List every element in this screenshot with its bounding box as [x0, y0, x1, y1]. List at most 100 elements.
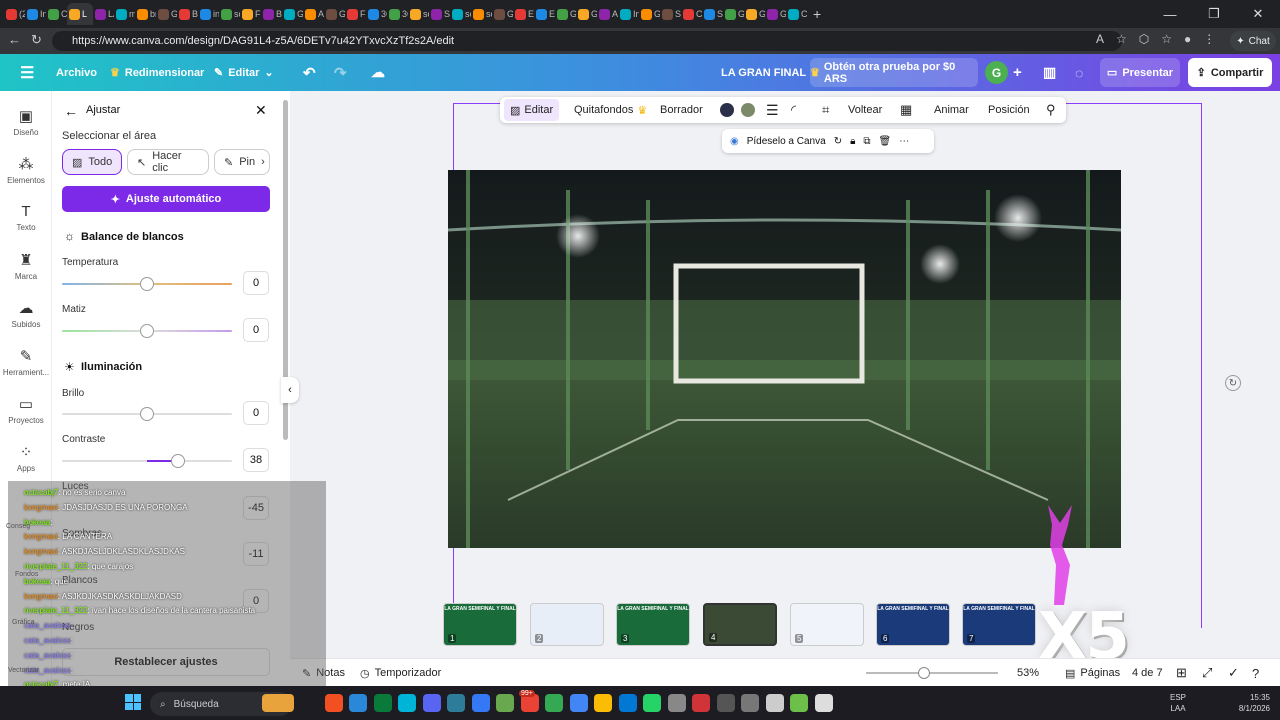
page-thumbnail-6[interactable]: LA GRAN SEMIFINAL Y FINAL 6	[876, 603, 950, 646]
auto-adjust-button[interactable]: ✦ Ajuste automático	[62, 186, 270, 212]
bookmark-icon[interactable]: ☆	[1161, 32, 1172, 46]
browser-tab[interactable]: C	[786, 3, 807, 25]
trash-icon[interactable]: 🗑︎	[879, 136, 892, 147]
browser-tab[interactable]: Fl	[240, 3, 261, 25]
app-icon[interactable]	[692, 694, 710, 712]
page-thumbnail-7[interactable]: LA GRAN SEMIFINAL Y FINAL 7	[962, 603, 1036, 646]
files-icon[interactable]	[349, 694, 367, 712]
sidebar-item-marca[interactable]: ♜ Marca	[0, 251, 52, 281]
collapse-panel-button[interactable]: ‹	[281, 377, 299, 403]
browser-tab[interactable]: A	[597, 3, 618, 25]
sidebar-item-elementos[interactable]: ⁂ Elementos	[0, 155, 52, 185]
duplicate-icon[interactable]: ⧉	[863, 136, 870, 147]
browser-tab[interactable]: L	[67, 3, 93, 25]
crop-icon[interactable]: ⌗	[822, 97, 829, 123]
browser-tab[interactable]: G	[576, 3, 597, 25]
teams-icon[interactable]	[398, 694, 416, 712]
browser-tab[interactable]: S	[660, 3, 681, 25]
maximize-button[interactable]: ❐	[1192, 6, 1236, 22]
browser-tab[interactable]: Ai	[303, 3, 324, 25]
close-icon[interactable]: ✕	[255, 102, 267, 119]
border-style-icon[interactable]: ☰	[766, 97, 779, 123]
brillo-value[interactable]: 0	[243, 401, 269, 425]
menu-icon[interactable]: ☰	[20, 54, 34, 91]
zoom-knob[interactable]	[918, 667, 930, 679]
browser-tab[interactable]: G	[492, 3, 513, 25]
browser-tab[interactable]: sc	[219, 3, 240, 25]
browser-tab[interactable]: In	[618, 3, 639, 25]
page-thumbnail-2[interactable]: 2	[530, 603, 604, 646]
browser-tab[interactable]: Cl	[46, 3, 67, 25]
football-field-photo[interactable]	[448, 170, 1121, 548]
minimize-button[interactable]: —	[1148, 7, 1192, 22]
app-icon[interactable]	[594, 694, 612, 712]
address-bar[interactable]: https://www.canva.com/design/DAG91L4-z5A…	[52, 31, 1122, 51]
browser-tab[interactable]: 3C	[366, 3, 387, 25]
browser-tab[interactable]: S	[429, 3, 450, 25]
redimensionar-button[interactable]: ♛ Redimensionar	[110, 54, 204, 91]
comment-icon[interactable]: ◌	[1075, 54, 1083, 91]
quitafondos-button[interactable]: Quitafondos ♛	[574, 97, 647, 123]
browser-tab[interactable]: G	[282, 3, 303, 25]
page-thumbnail-3[interactable]: LA GRAN SEMIFINAL Y FINAL 3	[616, 603, 690, 646]
chip-todo[interactable]: ▨ Todo	[62, 149, 122, 175]
posicion-button[interactable]: Posición	[988, 97, 1030, 123]
rotate-icon[interactable]: ↻	[834, 136, 842, 147]
sidebar-item-texto[interactable]: T Texto	[0, 203, 52, 232]
color-swatch-2[interactable]	[741, 97, 755, 123]
borrador-button[interactable]: Borrador	[660, 97, 703, 123]
browser-tab[interactable]: Sl	[702, 3, 723, 25]
browser-tab[interactable]: sc	[471, 3, 492, 25]
contraste-value[interactable]: 38	[243, 448, 269, 472]
windows-start-icon[interactable]	[125, 694, 141, 710]
sidebar-item-subidos[interactable]: ☁ Subidos	[0, 299, 52, 329]
widgets-icon[interactable]	[262, 694, 294, 712]
browser-tab[interactable]: In	[25, 3, 46, 25]
slider-knob[interactable]	[171, 454, 185, 468]
chip-hacer-clic[interactable]: ↖ Hacer clic	[127, 149, 209, 175]
design-title[interactable]: LA GRAN FINAL	[721, 54, 806, 91]
app-icon[interactable]	[741, 694, 759, 712]
sidebar-item-herramientas[interactable]: ✎ Herramient...	[0, 347, 52, 377]
undo-button[interactable]: ↶	[303, 54, 316, 91]
close-window-button[interactable]: ✕	[1236, 6, 1280, 22]
matiz-slider[interactable]	[62, 324, 232, 338]
clock[interactable]: 15:35 8/1/2026	[1230, 692, 1270, 714]
mail-icon[interactable]	[471, 694, 490, 712]
grid-view-icon[interactable]: ⊞	[1176, 659, 1187, 687]
temperatura-slider[interactable]	[62, 277, 232, 291]
app-icon[interactable]	[716, 694, 735, 712]
sidebar-item-proyectos[interactable]: ▭ Proyectos	[0, 395, 52, 425]
app-icon[interactable]	[618, 694, 637, 712]
fullscreen-icon[interactable]: ⤢	[1202, 659, 1212, 687]
zoom-value[interactable]: 53%	[1017, 659, 1039, 687]
app-icon[interactable]	[643, 694, 661, 712]
app-icon[interactable]	[790, 694, 808, 712]
analytics-icon[interactable]: ▥	[1043, 54, 1056, 91]
color-swatch-1[interactable]	[720, 97, 734, 123]
app-icon[interactable]	[545, 694, 563, 712]
browser-icon[interactable]	[496, 694, 514, 712]
browser-tab[interactable]: G	[744, 3, 765, 25]
browser-tab[interactable]: Fr	[345, 3, 366, 25]
browser-tab[interactable]: G	[723, 3, 744, 25]
page-thumbnail-4[interactable]: 4	[703, 603, 777, 646]
back-arrow-icon[interactable]: ←	[64, 103, 78, 119]
matiz-value[interactable]: 0	[243, 318, 269, 342]
browser-tab[interactable]: (2	[4, 3, 25, 25]
browser-tab[interactable]: sc	[408, 3, 429, 25]
extensions-icon[interactable]: ⬡	[1139, 32, 1149, 46]
zoom-slider[interactable]	[866, 667, 998, 679]
browser-tab[interactable]: br	[135, 3, 156, 25]
animar-button[interactable]: Animar	[934, 97, 969, 123]
browser-tab[interactable]: 3C	[387, 3, 408, 25]
language-indicator[interactable]: ESP LAA	[1170, 692, 1186, 714]
app-icon[interactable]	[814, 694, 833, 712]
back-icon[interactable]: ←	[8, 32, 21, 48]
chip-pincel[interactable]: ✎ Pin ›	[214, 149, 270, 175]
slider-knob[interactable]	[140, 324, 154, 338]
browser-tab[interactable]: m	[114, 3, 135, 25]
page-thumbnail-1[interactable]: LA GRAN SEMIFINAL Y FINAL 1	[443, 603, 517, 646]
check-icon[interactable]: ✓	[1228, 659, 1239, 687]
browser-tab[interactable]: G	[156, 3, 177, 25]
